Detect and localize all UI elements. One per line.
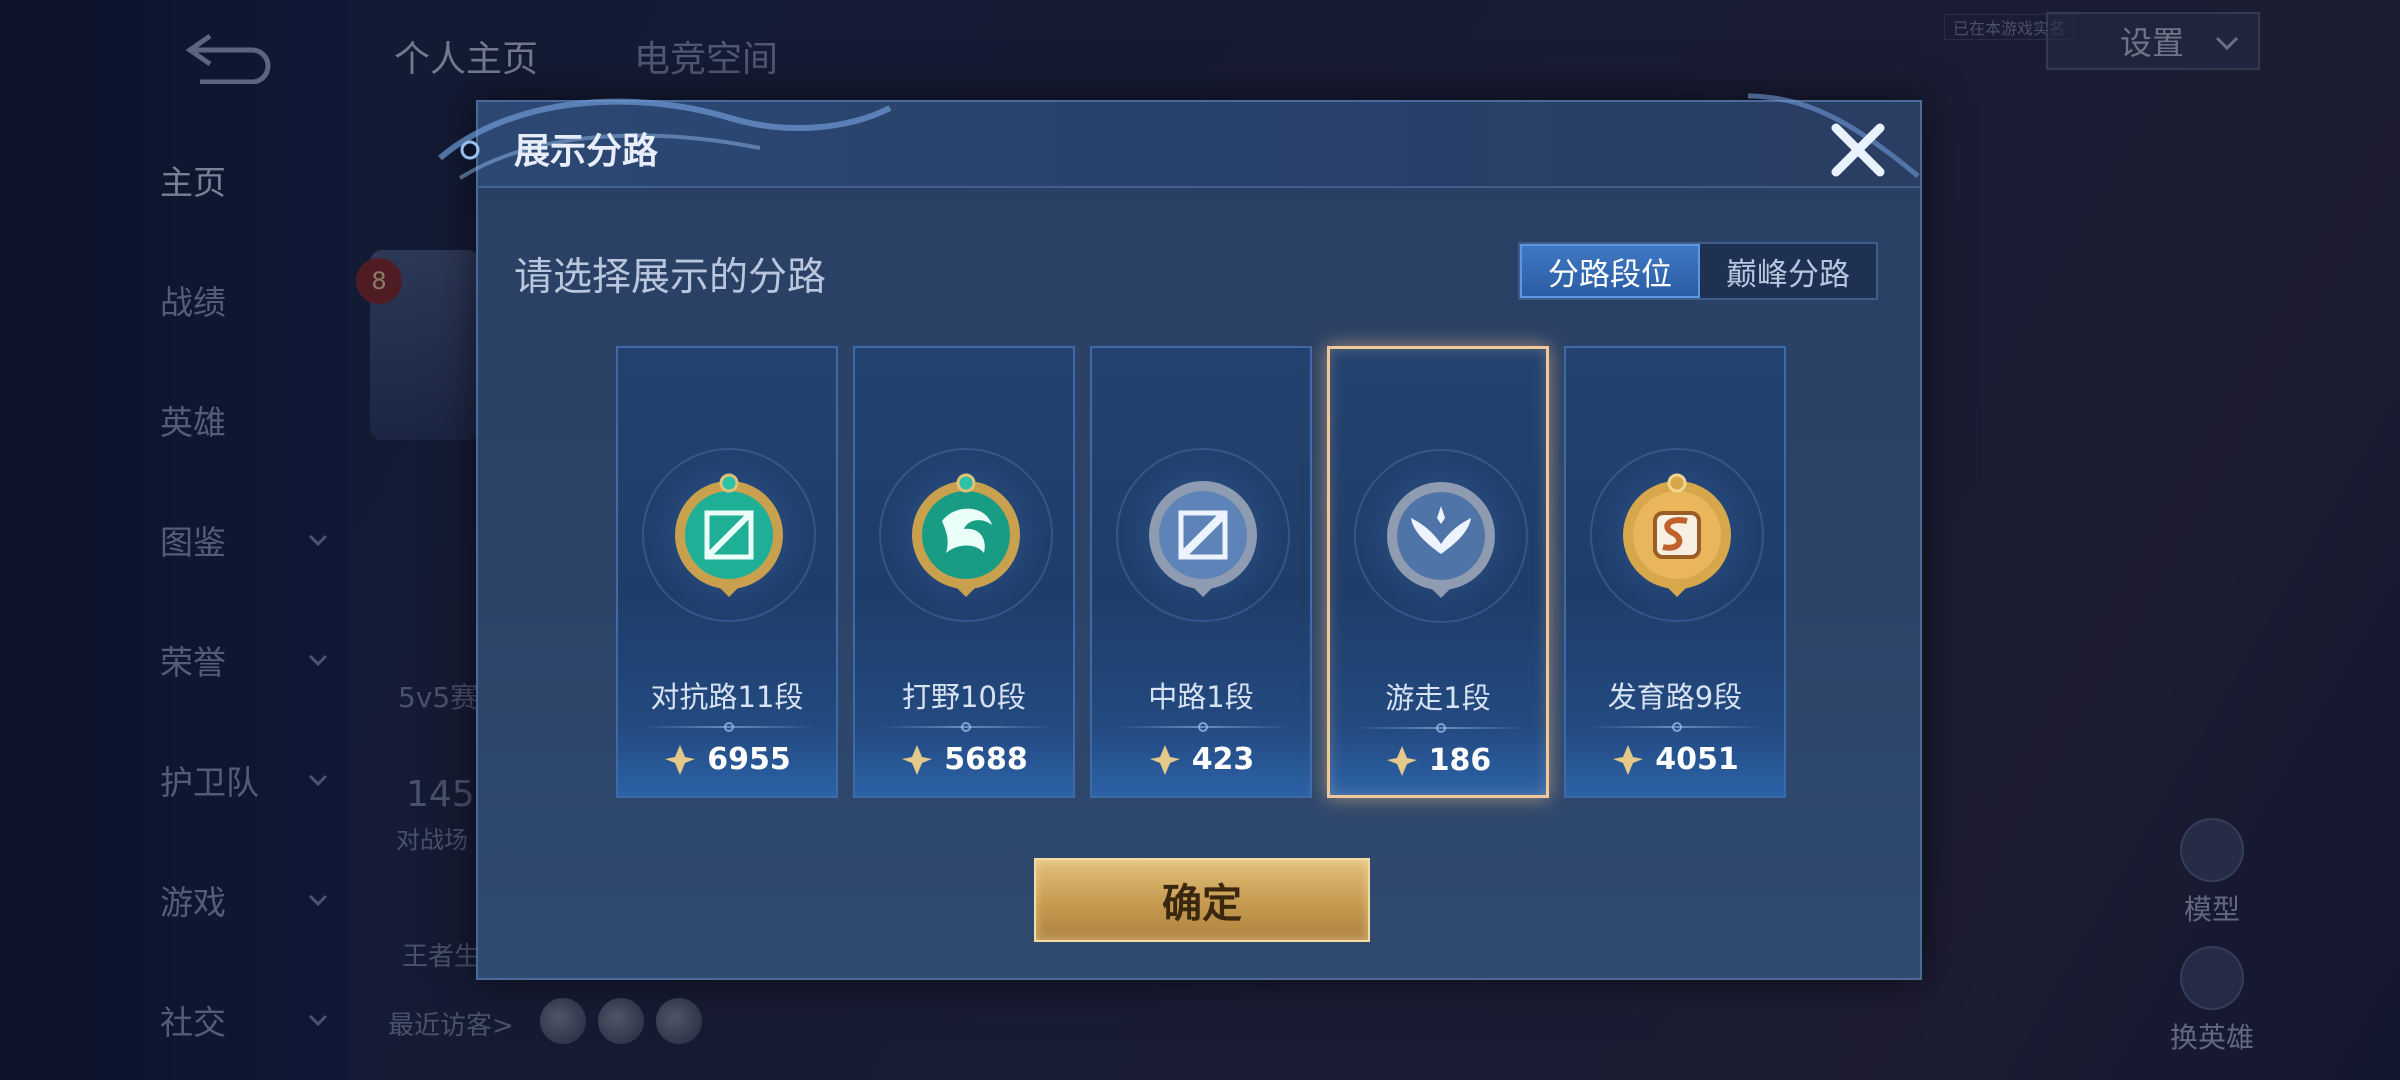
close-icon[interactable] — [1826, 118, 1890, 182]
divider — [1672, 722, 1682, 732]
lane-card-list: 对抗路11段 6955 打野10段 5688 中路1段 423 游走1段 186… — [616, 346, 1786, 798]
lane-score: 6955 — [618, 742, 836, 777]
tab-lane-rank[interactable]: 分路段位 — [1520, 244, 1700, 298]
lane-score: 4051 — [1566, 742, 1784, 777]
lane-label: 游走1段 — [1385, 681, 1491, 715]
mid-lane-emblem-icon — [1149, 481, 1257, 597]
clash-lane-emblem-icon — [675, 473, 783, 597]
swirl-decoration — [438, 98, 892, 180]
divider — [724, 722, 734, 732]
lane-display-dialog: 展示分路 请选择展示的分路 分路段位 巅峰分路 对抗路11段 6955 打野10… — [438, 93, 1922, 980]
lane-points-icon — [665, 744, 696, 775]
lane-card-mid[interactable]: 中路1段 423 — [1090, 346, 1312, 798]
lane-score: 5688 — [855, 742, 1073, 777]
lane-card-farm[interactable]: 发育路9段 4051 — [1564, 346, 1786, 798]
lane-mode-toggle: 分路段位 巅峰分路 — [1518, 242, 1878, 300]
jungle-emblem-icon — [912, 473, 1020, 597]
lane-card-roam[interactable]: 游走1段 186 — [1327, 346, 1549, 798]
confirm-button[interactable]: 确定 — [1034, 858, 1370, 942]
lane-score-value: 423 — [1191, 742, 1255, 777]
lane-card-jungle[interactable]: 打野10段 5688 — [853, 346, 1075, 798]
farm-lane-emblem-icon — [1623, 473, 1731, 597]
lane-label: 对抗路11段 — [650, 680, 804, 714]
tab-peak-lane[interactable]: 巅峰分路 — [1700, 244, 1876, 298]
lane-score-value: 4051 — [1655, 742, 1739, 777]
lane-points-icon — [902, 744, 933, 775]
dialog-title: 展示分路 — [514, 131, 659, 172]
lane-label: 发育路9段 — [1607, 680, 1743, 714]
lane-score-value: 186 — [1428, 743, 1492, 778]
lane-card-clash[interactable]: 对抗路11段 6955 — [616, 346, 838, 798]
lane-label: 中路1段 — [1148, 680, 1254, 714]
roam-emblem-icon — [1387, 482, 1495, 598]
divider — [1436, 723, 1446, 733]
lane-points-icon — [1613, 744, 1644, 775]
lane-score-value: 6955 — [707, 742, 791, 777]
lane-label: 打野10段 — [902, 680, 1026, 714]
divider — [961, 722, 971, 732]
divider — [1198, 722, 1208, 732]
lane-score: 423 — [1092, 742, 1310, 777]
lane-score-value: 5688 — [944, 742, 1028, 777]
lane-score: 186 — [1330, 743, 1546, 778]
dialog-subtitle: 请选择展示的分路 — [514, 255, 827, 300]
lane-points-icon — [1386, 745, 1417, 776]
lane-points-icon — [1149, 744, 1180, 775]
